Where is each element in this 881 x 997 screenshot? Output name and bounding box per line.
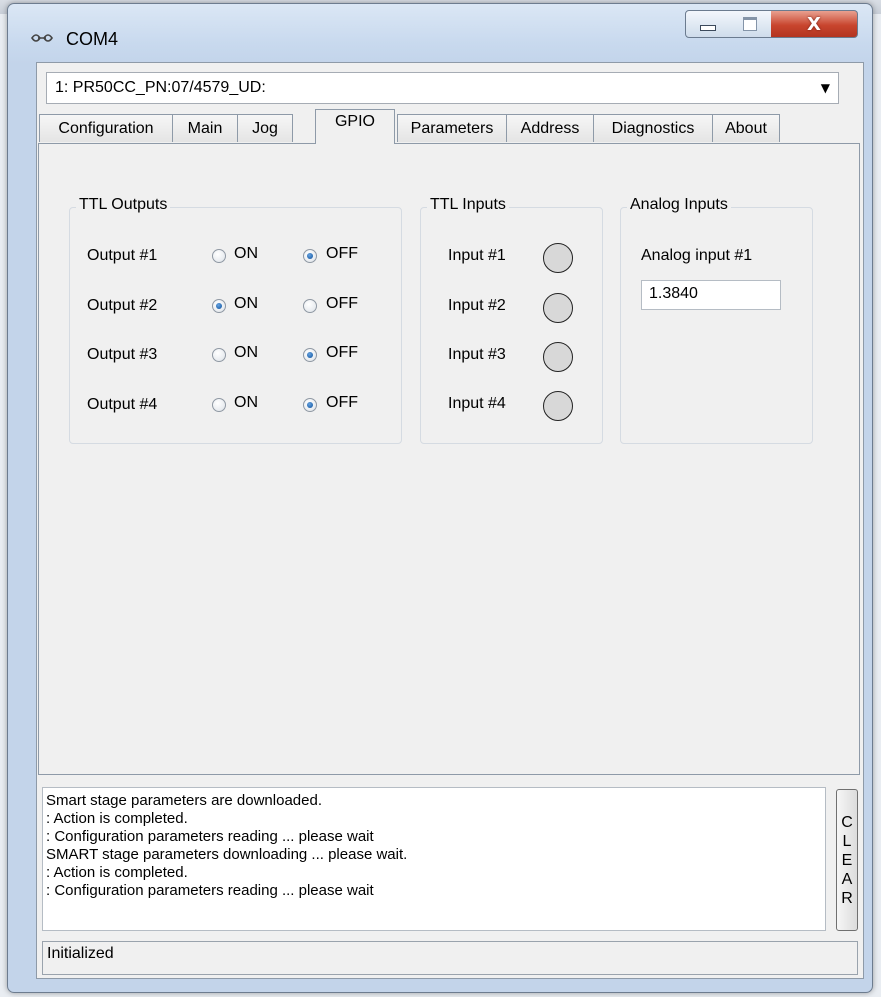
output-4-on-label[interactable]: ON bbox=[234, 394, 258, 412]
output-1-on-radio[interactable] bbox=[212, 249, 226, 263]
log-line: : Action is completed. bbox=[46, 810, 188, 827]
log-line: : Action is completed. bbox=[46, 864, 188, 881]
tab-about[interactable]: About bbox=[712, 114, 780, 142]
ttl-inputs-title: TTL Inputs bbox=[427, 196, 509, 214]
ttl-outputs-title: TTL Outputs bbox=[76, 196, 171, 214]
output-4-off-radio[interactable] bbox=[303, 398, 317, 412]
output-3-on-label[interactable]: ON bbox=[234, 344, 258, 362]
log-line: : Configuration parameters reading ... p… bbox=[46, 828, 374, 845]
input-1-label: Input #1 bbox=[448, 247, 506, 264]
output-2-off-label[interactable]: OFF bbox=[326, 295, 358, 313]
output-4-on-radio[interactable] bbox=[212, 398, 226, 412]
status-text: Initialized bbox=[47, 945, 114, 962]
ttl-outputs-group: TTL Outputs Output #1 ON OFF Output #2 O… bbox=[69, 196, 402, 444]
output-3-off-radio[interactable] bbox=[303, 348, 317, 362]
maximize-icon bbox=[743, 17, 757, 31]
input-1-led bbox=[543, 243, 573, 273]
output-2-off-radio[interactable] bbox=[303, 299, 317, 313]
minimize-button[interactable] bbox=[685, 10, 731, 38]
tab-address[interactable]: Address bbox=[506, 114, 594, 142]
tab-diagnostics[interactable]: Diagnostics bbox=[593, 114, 713, 142]
clear-letter: L bbox=[842, 832, 852, 850]
message-log[interactable]: Smart stage parameters are downloaded. :… bbox=[42, 787, 826, 931]
gpio-panel: TTL Outputs Output #1 ON OFF Output #2 O… bbox=[38, 143, 860, 775]
clear-button[interactable]: C L E A R bbox=[836, 789, 858, 931]
input-4-led bbox=[543, 391, 573, 421]
clear-letter: R bbox=[841, 889, 853, 907]
output-3-off-label[interactable]: OFF bbox=[326, 344, 358, 362]
tab-strip: Configuration Main Jog GPIO Parameters A… bbox=[39, 109, 859, 144]
analog-input-1-value: 1.3840 bbox=[641, 280, 781, 310]
log-line: : Configuration parameters reading ... p… bbox=[46, 882, 374, 899]
tab-jog[interactable]: Jog bbox=[237, 114, 293, 142]
window-title: COM4 bbox=[66, 29, 119, 49]
analog-inputs-group: Analog Inputs Analog input #1 1.3840 bbox=[620, 196, 813, 444]
tab-gpio[interactable]: GPIO bbox=[315, 109, 395, 144]
output-4-label: Output #4 bbox=[87, 396, 158, 413]
output-1-label: Output #1 bbox=[87, 247, 158, 264]
output-3-label: Output #3 bbox=[87, 346, 158, 363]
status-bar: Initialized bbox=[42, 941, 858, 975]
output-2-on-radio[interactable] bbox=[212, 299, 226, 313]
clear-letter: C bbox=[841, 813, 853, 831]
output-1-off-radio[interactable] bbox=[303, 249, 317, 263]
analog-inputs-title: Analog Inputs bbox=[627, 196, 731, 214]
analog-input-1-label: Analog input #1 bbox=[641, 247, 753, 264]
tab-parameters[interactable]: Parameters bbox=[397, 114, 507, 142]
output-2-on-label[interactable]: ON bbox=[234, 295, 258, 313]
close-icon: X bbox=[807, 13, 821, 35]
log-line: Smart stage parameters are downloaded. bbox=[46, 792, 322, 809]
device-dropdown[interactable]: 1: PR50CC_PN:07/4579_UD: ▼ bbox=[46, 72, 839, 104]
input-3-label: Input #3 bbox=[448, 346, 506, 363]
minimize-icon bbox=[700, 25, 716, 31]
ttl-inputs-group: TTL Inputs Input #1 Input #2 Input #3 In… bbox=[420, 196, 603, 444]
input-3-led bbox=[543, 342, 573, 372]
clear-letter: E bbox=[841, 851, 853, 869]
link-icon bbox=[30, 29, 54, 48]
chevron-down-icon[interactable]: ▼ bbox=[821, 73, 830, 103]
tab-main[interactable]: Main bbox=[172, 114, 238, 142]
input-2-led bbox=[543, 293, 573, 323]
client-area: 1: PR50CC_PN:07/4579_UD: ▼ Configuration… bbox=[36, 62, 864, 979]
maximize-button[interactable] bbox=[729, 10, 772, 38]
input-4-label: Input #4 bbox=[448, 395, 506, 412]
clear-letter: A bbox=[841, 870, 853, 888]
input-2-label: Input #2 bbox=[448, 297, 506, 314]
log-line: SMART stage parameters downloading ... p… bbox=[46, 846, 408, 863]
output-2-label: Output #2 bbox=[87, 297, 158, 314]
close-button[interactable]: X bbox=[771, 10, 858, 38]
output-1-on-label[interactable]: ON bbox=[234, 245, 258, 263]
output-3-on-radio[interactable] bbox=[212, 348, 226, 362]
tab-configuration[interactable]: Configuration bbox=[39, 114, 173, 142]
output-4-off-label[interactable]: OFF bbox=[326, 394, 358, 412]
output-1-off-label[interactable]: OFF bbox=[326, 245, 358, 263]
device-selected-value: 1: PR50CC_PN:07/4579_UD: bbox=[55, 79, 266, 96]
com4-window: COM4 X 1: PR50CC_PN:07/4579_UD: ▼ Config… bbox=[7, 3, 873, 993]
title-bar[interactable]: COM4 X bbox=[8, 4, 872, 60]
